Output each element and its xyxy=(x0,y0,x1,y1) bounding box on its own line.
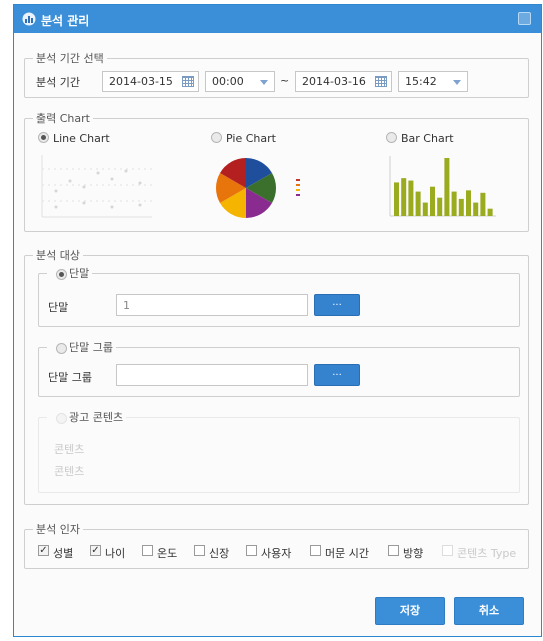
factor-checkbox-gender[interactable]: ✓ xyxy=(38,545,49,556)
start-date-input[interactable]: 2014-03-15 xyxy=(102,71,199,92)
factor-legend: 분석 인자 xyxy=(36,523,80,536)
bar-thumbnail-bar xyxy=(430,186,435,216)
bar-thumbnail-bar xyxy=(466,190,471,216)
cancel-button[interactable]: 취소 xyxy=(454,597,524,625)
factor-label-temperature[interactable]: 온도 xyxy=(157,545,177,561)
terminal-field-label: 단말 xyxy=(48,301,69,314)
ad-content-line-2: 콘텐츠 xyxy=(54,465,85,478)
bar-thumbnail-bar xyxy=(401,178,407,216)
line-chart-radio[interactable] xyxy=(38,132,49,143)
terminal-group-field-label: 단말 그룹 xyxy=(48,371,92,384)
window-restore-icon[interactable] xyxy=(518,12,531,25)
factor-checkbox-direction[interactable] xyxy=(388,545,399,556)
bar-thumbnail-bar xyxy=(415,191,421,216)
factor-label-age[interactable]: 나이 xyxy=(105,545,125,561)
terminal-input-value: 1 xyxy=(123,299,130,312)
line-chart-label[interactable]: Line Chart xyxy=(53,132,110,145)
start-time-select[interactable]: 00:00 xyxy=(205,71,275,92)
terminal-radio[interactable] xyxy=(56,269,67,280)
pie-chart-label[interactable]: Pie Chart xyxy=(226,132,276,145)
factor-label-direction[interactable]: 방향 xyxy=(403,545,423,561)
terminal-group-browse-button[interactable]: ... xyxy=(314,364,360,386)
end-time-select[interactable]: 15:42 xyxy=(398,71,468,92)
save-button[interactable]: 저장 xyxy=(375,597,445,625)
period-legend: 분석 기간 선택 xyxy=(36,52,104,65)
end-time-value: 15:42 xyxy=(405,75,437,88)
analysis-dialog: 분석 관리 분석 기간 선택 분석 기간 2014-03-15 00:00 ~ … xyxy=(13,4,542,637)
factor-checkbox-user[interactable] xyxy=(246,545,257,556)
line-chart-thumbnail xyxy=(41,155,152,218)
ad-content-line-1: 콘텐츠 xyxy=(54,443,85,456)
terminal-group-radio[interactable] xyxy=(56,343,67,354)
end-date-input[interactable]: 2014-03-16 xyxy=(295,71,392,92)
terminal-group-input[interactable] xyxy=(116,364,308,386)
terminal-legend: 단말 xyxy=(69,267,90,280)
start-date-value: 2014-03-15 xyxy=(109,75,173,88)
factor-checkbox-content-type[interactable] xyxy=(442,545,453,556)
bar-chart-radio[interactable] xyxy=(386,132,397,143)
bar-thumbnail-bar xyxy=(437,197,443,216)
bar-chart-label[interactable]: Bar Chart xyxy=(401,132,454,145)
factor-checkbox-temperature[interactable] xyxy=(142,545,153,556)
factor-checkbox-dwell-time[interactable] xyxy=(310,545,321,556)
bar-chart-thumbnail xyxy=(389,156,496,217)
period-separator: ~ xyxy=(280,74,290,87)
bar-thumbnail-bar xyxy=(473,202,479,216)
bar-thumbnail-bar xyxy=(458,198,464,216)
factor-checkbox-height[interactable] xyxy=(194,545,205,556)
bar-thumbnail-bar xyxy=(480,192,486,216)
chevron-down-icon xyxy=(260,80,268,85)
start-time-value: 00:00 xyxy=(212,75,244,88)
factor-label-height[interactable]: 신장 xyxy=(209,545,229,561)
app-icon xyxy=(22,12,36,26)
target-legend: 분석 대상 xyxy=(36,249,80,262)
bar-thumbnail-bar xyxy=(422,202,428,216)
ad-content-group: 광고 콘텐츠 xyxy=(38,409,520,493)
pie-chart-radio[interactable] xyxy=(211,132,222,143)
factor-checkbox-age[interactable]: ✓ xyxy=(90,545,101,556)
ad-content-radio[interactable] xyxy=(56,413,67,424)
factor-label-content-type[interactable]: 콘텐츠 Type xyxy=(457,545,516,561)
bar-thumbnail-bar xyxy=(451,191,457,216)
window-title: 분석 관리 xyxy=(41,14,90,28)
factor-label-user[interactable]: 사용자 xyxy=(261,545,291,561)
calendar-icon[interactable] xyxy=(375,76,387,87)
factor-label-dwell-time[interactable]: 머문 시간 xyxy=(325,545,369,561)
pie-chart-thumbnail xyxy=(216,158,300,218)
period-label: 분석 기간 xyxy=(36,76,80,89)
terminal-input[interactable]: 1 xyxy=(116,294,308,316)
bar-thumbnail-bar xyxy=(394,182,399,216)
bar-thumbnail-bar xyxy=(408,180,414,216)
chevron-down-icon xyxy=(453,80,461,85)
bar-thumbnail-bar xyxy=(487,208,493,216)
bar-thumbnail-bar xyxy=(444,158,450,216)
output-legend: 출력 Chart xyxy=(36,112,90,125)
terminal-browse-button[interactable]: ... xyxy=(314,294,360,316)
calendar-icon[interactable] xyxy=(182,76,194,87)
factor-label-gender[interactable]: 성별 xyxy=(53,545,73,561)
title-bar: 분석 관리 xyxy=(14,5,541,33)
end-date-value: 2014-03-16 xyxy=(302,75,366,88)
